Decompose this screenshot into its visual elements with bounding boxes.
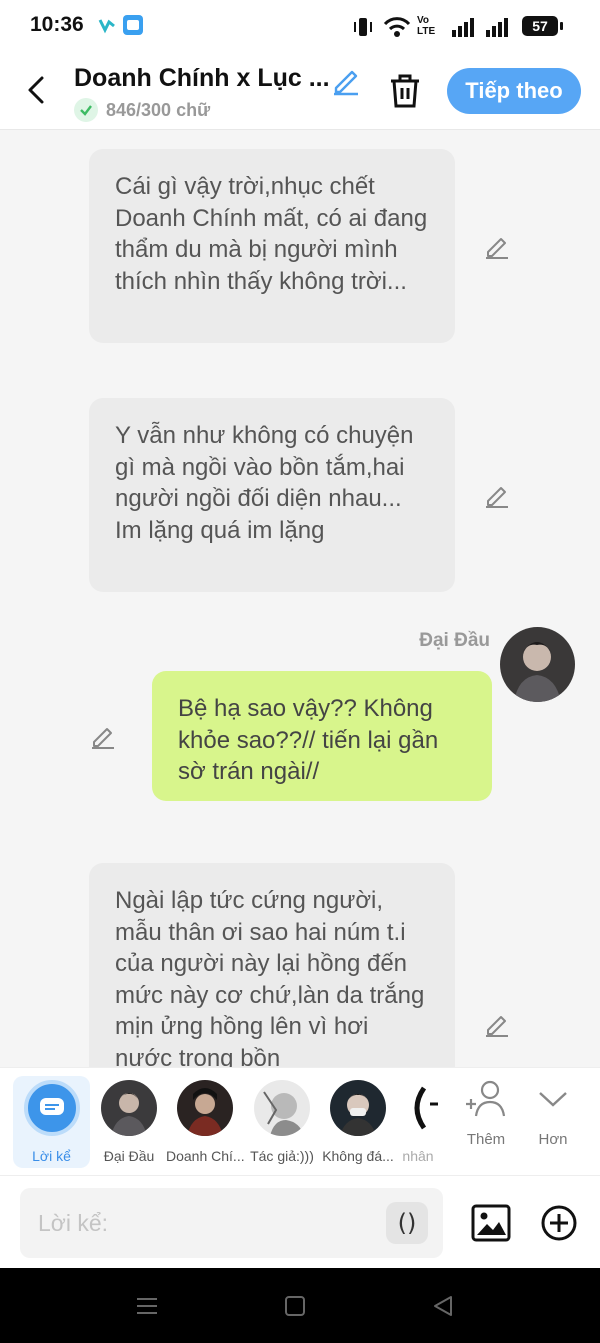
character-message-bubble[interactable]: Bệ hạ sao vậy?? Không khỏe sao??// tiến …: [152, 671, 492, 801]
narration-bubble[interactable]: Cái gì vậy trời,nhục chết Doanh Chính mấ…: [89, 149, 455, 343]
chevron-down-icon: [539, 1092, 567, 1107]
editor-header: Doanh Chính x Lục ... 846/300 chữ Tiếp t…: [0, 54, 600, 130]
add-content-button[interactable]: [541, 1205, 577, 1241]
expand-characters-button[interactable]: Hơn: [523, 1078, 583, 1148]
message-text: Ngài lập tức cứng người, mẫu thân ơi sao…: [115, 887, 425, 1072]
wifi-icon: [383, 17, 411, 37]
home-icon[interactable]: [282, 1294, 308, 1318]
trash-icon: [391, 74, 419, 108]
character-label: Doanh Chí...: [166, 1148, 244, 1164]
add-character-label: Thêm: [466, 1131, 506, 1148]
signal-icon-2: [486, 18, 508, 37]
volte-label: Vo LTE: [417, 15, 436, 37]
parentheses-button[interactable]: (): [386, 1202, 428, 1244]
character-selector: Lời kể Đại Đầu Doanh Chí... Tác giả:))) …: [0, 1067, 600, 1175]
character-label: Tác giả:))): [250, 1148, 314, 1164]
status-time: 10:36: [30, 13, 84, 36]
character-item[interactable]: Tác giả:))): [243, 1076, 321, 1168]
pencil-icon: [334, 70, 358, 96]
insert-image-button[interactable]: [471, 1204, 511, 1242]
menu-icon[interactable]: [134, 1294, 160, 1318]
vibrate-icon: [354, 18, 372, 36]
add-character-button[interactable]: Thêm: [456, 1078, 516, 1148]
expand-label: Hơn: [538, 1131, 568, 1148]
system-navigation-bar: [0, 1268, 600, 1343]
speaker-name: Đại Đầu: [419, 630, 490, 651]
input-bar: Lời kể: (): [0, 1175, 600, 1268]
edit-message-pencil-icon[interactable]: [483, 1010, 511, 1038]
message-text: Y vẫn như không có chuyện gì mà ngồi vào…: [115, 422, 414, 544]
battery-indicator: 57: [522, 16, 563, 36]
app-notification-icon: [97, 15, 117, 35]
character-item-narration[interactable]: Lời kể: [13, 1076, 90, 1168]
edit-title-button[interactable]: [330, 64, 362, 96]
character-item[interactable]: Đại Đầu: [90, 1076, 168, 1168]
character-item[interactable]: nhân: [398, 1076, 438, 1168]
character-label: Không đá...: [322, 1148, 394, 1164]
narration-avatar: [23, 1080, 80, 1136]
edit-message-pencil-icon[interactable]: [483, 232, 511, 260]
chevron-left-icon: [28, 76, 44, 104]
character-label: nhân: [402, 1148, 434, 1164]
chat-bubble-icon: [39, 1098, 64, 1115]
add-person-icon: [466, 1080, 506, 1117]
narration-input[interactable]: Lời kể: (): [20, 1188, 443, 1258]
image-icon: [471, 1204, 511, 1242]
plus-circle-icon: [541, 1205, 577, 1241]
back-triangle-icon[interactable]: [430, 1294, 456, 1318]
narration-bubble[interactable]: Y vẫn như không có chuyện gì mà ngồi vào…: [89, 398, 455, 592]
character-avatar: [177, 1080, 233, 1136]
character-avatar: [101, 1080, 157, 1136]
character-avatar: [404, 1080, 438, 1136]
character-label: Đại Đầu: [103, 1148, 155, 1164]
check-icon: [74, 98, 98, 122]
character-label: Lời kể: [32, 1148, 71, 1164]
character-item[interactable]: Không đá...: [319, 1076, 397, 1168]
input-placeholder: Lời kể:: [38, 1210, 109, 1236]
speaker-avatar[interactable]: [500, 627, 575, 702]
message-text: Cái gì vậy trời,nhục chết Doanh Chính mấ…: [115, 173, 428, 295]
edit-message-pencil-icon[interactable]: [483, 481, 511, 509]
character-avatar: [254, 1080, 310, 1136]
status-bar: 10:36 Vo LTE 57: [0, 0, 600, 54]
story-title: Doanh Chính x Lục ...: [74, 64, 330, 92]
novel-toon-icon: [123, 15, 143, 35]
character-avatar: [330, 1080, 386, 1136]
next-button[interactable]: Tiếp theo: [447, 68, 581, 114]
delete-button[interactable]: [387, 71, 423, 111]
character-item[interactable]: Doanh Chí...: [166, 1076, 244, 1168]
edit-message-pencil-icon[interactable]: [89, 722, 117, 750]
message-text: Bệ hạ sao vậy?? Không khỏe sao??// tiến …: [178, 695, 439, 785]
signal-icon-1: [452, 18, 474, 37]
back-button[interactable]: [18, 70, 54, 110]
word-count: 846/300 chữ: [106, 99, 211, 120]
word-count-row: 846/300 chữ: [74, 98, 210, 122]
